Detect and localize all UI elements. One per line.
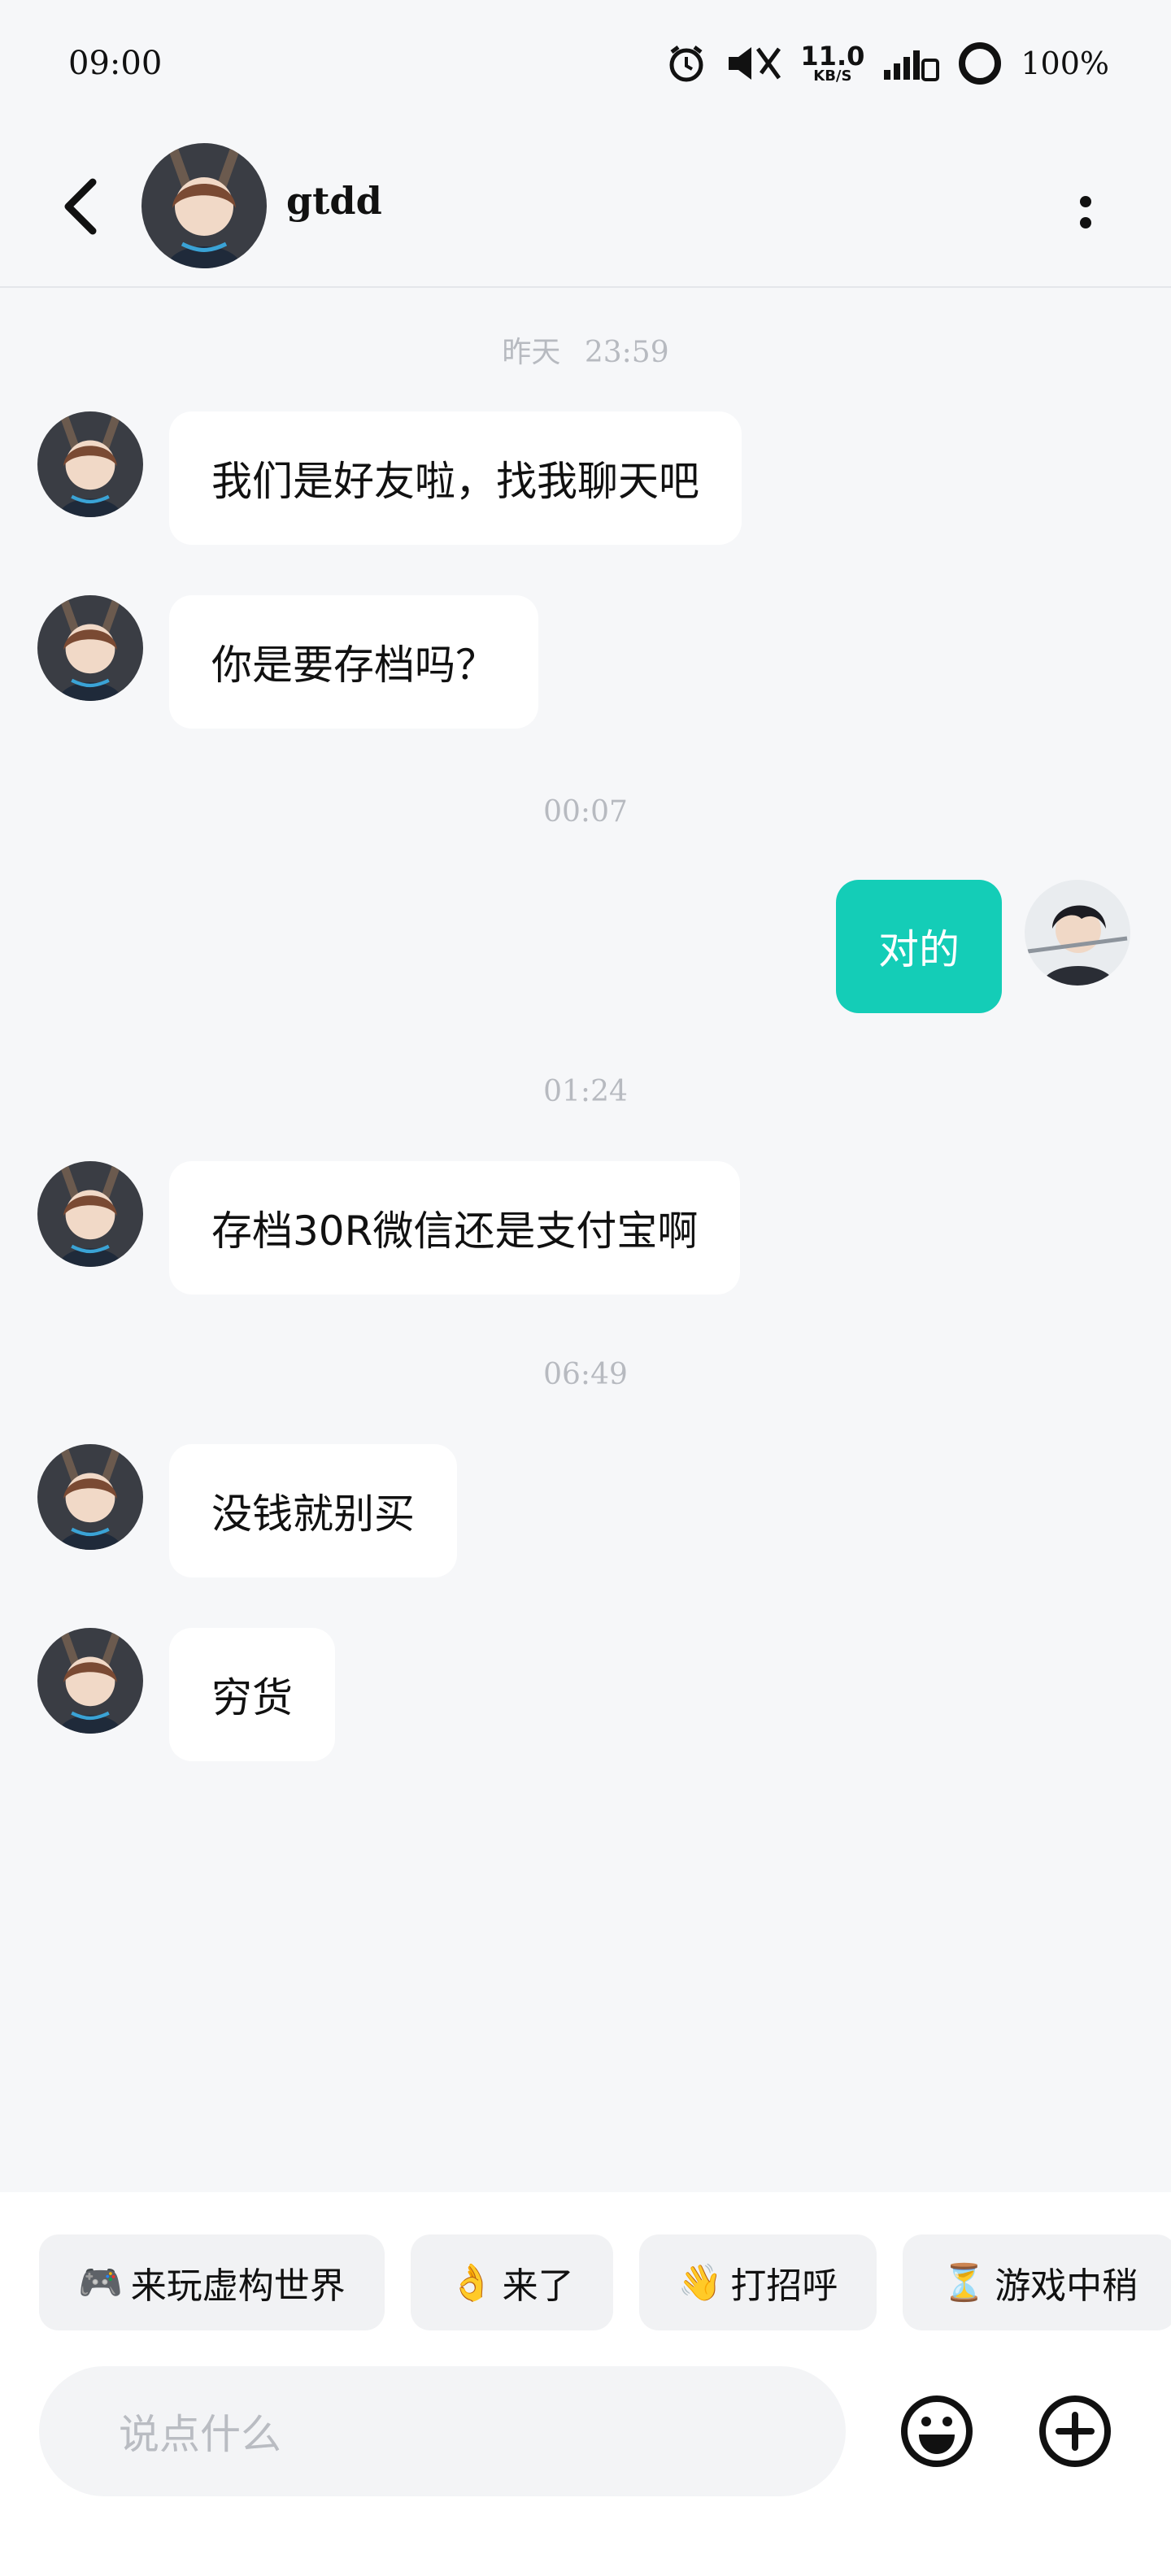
mute-icon (725, 42, 782, 85)
more-dot (1080, 217, 1091, 228)
incoming-message-bubble[interactable]: 我们是好友啦，找我聊天吧 (169, 411, 742, 545)
incoming-message-bubble[interactable]: 存档30R微信还是支付宝啊 (169, 1161, 741, 1295)
incoming-message-bubble[interactable]: 穷货 (169, 1628, 335, 1761)
status-icons: 11.0 KB/S 100% (665, 41, 1109, 86)
message-input[interactable]: 说点什么 (39, 2366, 846, 2496)
timestamp-day: 昨天 (502, 336, 561, 369)
message-row: 存档30R微信还是支付宝啊 (0, 1161, 1171, 1299)
message-row: 没钱就别买 (0, 1444, 1171, 1582)
my-avatar[interactable] (1025, 880, 1130, 986)
contact-name: gtdd (286, 179, 382, 223)
incoming-message-bubble[interactable]: 你是要存档吗？ (169, 595, 538, 729)
quick-reply-label: 来玩虚构世界 (130, 2265, 346, 2307)
message-row: 穷货 (0, 1628, 1171, 1766)
more-options-button[interactable] (1057, 184, 1114, 241)
battery-ring-icon (957, 41, 1003, 86)
network-speed: 11.0 KB/S (800, 43, 864, 84)
contact-avatar[interactable] (141, 143, 267, 268)
sender-avatar[interactable] (37, 1161, 143, 1267)
back-button[interactable] (52, 174, 111, 239)
message-row: 我们是好友啦，找我聊天吧 (0, 411, 1171, 550)
timestamp: 01:24 (543, 1075, 628, 1108)
plus-circle-icon (1039, 2395, 1111, 2467)
message-row: 你是要存档吗？ (0, 595, 1171, 733)
chevron-left-icon (64, 178, 97, 235)
ok-hand-icon: 👌 (449, 2262, 494, 2304)
quick-reply-label: 打招呼 (730, 2265, 838, 2307)
more-vertical-icon (1080, 196, 1091, 207)
quick-reply-greet[interactable]: 👋 打招呼 (638, 2234, 877, 2330)
plus-button[interactable] (1036, 2392, 1114, 2470)
timestamp: 00:07 (543, 795, 628, 829)
alarm-icon (665, 42, 707, 85)
composer-area: 🎮 来玩虚构世界 👌 来了 👋 打招呼 ⏳ 游戏中稍 说点什么 (0, 2192, 1171, 2576)
smiley-icon (901, 2395, 973, 2467)
hourglass-icon: ⏳ (942, 2262, 987, 2304)
timestamp-time: 23:59 (584, 336, 669, 369)
quick-reply-in-game[interactable]: ⏳ 游戏中稍 (903, 2234, 1171, 2330)
sender-avatar[interactable] (37, 595, 143, 701)
message-row: 对的 (0, 880, 1171, 1018)
quick-reply-coming[interactable]: 👌 来了 (410, 2234, 613, 2330)
quick-reply-play-world[interactable]: 🎮 来玩虚构世界 (39, 2234, 385, 2330)
message-input-placeholder: 说点什么 (119, 2411, 281, 2458)
sender-avatar[interactable] (37, 411, 143, 517)
quick-reply-label: 游戏中稍 (995, 2265, 1138, 2307)
message-list[interactable]: 昨天 23:59 我们是好友啦，找我聊天吧 你是要存档吗？ 00:07 对的 0… (0, 289, 1171, 2192)
waving-hand-icon: 👋 (677, 2262, 723, 2304)
chat-header: gtdd (0, 127, 1171, 288)
battery-level: 100% (1021, 46, 1109, 81)
status-bar: 09:00 11.0 KB/S 100% (0, 0, 1171, 127)
quick-reply-label: 来了 (502, 2265, 574, 2307)
game-controller-icon: 🎮 (78, 2262, 123, 2304)
sender-avatar[interactable] (37, 1628, 143, 1734)
outgoing-message-bubble[interactable]: 对的 (836, 880, 1002, 1013)
signal-icon (882, 46, 940, 81)
net-speed-value: 11.0 (800, 41, 865, 72)
emoji-button[interactable] (898, 2392, 976, 2470)
timestamp: 06:49 (543, 1358, 628, 1391)
sender-avatar[interactable] (37, 1444, 143, 1550)
timestamp: 昨天 23:59 (0, 329, 1171, 371)
incoming-message-bubble[interactable]: 没钱就别买 (169, 1444, 457, 1577)
net-speed-unit: KB/S (813, 67, 852, 85)
status-time: 09:00 (68, 45, 163, 82)
quick-reply-bar[interactable]: 🎮 来玩虚构世界 👌 来了 👋 打招呼 ⏳ 游戏中稍 (39, 2234, 1171, 2330)
